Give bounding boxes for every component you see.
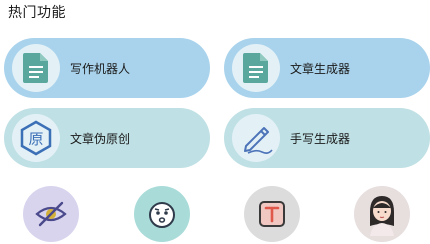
section-title: 热门功能 <box>8 5 66 21</box>
eye-slash-icon[interactable] <box>23 186 79 242</box>
svg-text:原: 原 <box>28 130 43 148</box>
article-rewrite-card[interactable]: 原 文章伪原创 <box>4 108 210 168</box>
text-t-icon[interactable] <box>244 186 300 242</box>
original-seal-icon: 原 <box>12 114 60 162</box>
handwriting-generator-card[interactable]: 手写生成器 <box>224 108 430 168</box>
writing-robot-card[interactable]: 写作机器人 <box>4 38 210 98</box>
girl-avatar-icon[interactable] <box>354 186 410 242</box>
document-icon <box>12 44 60 92</box>
card-label: 文章生成器 <box>290 61 351 76</box>
card-label: 手写生成器 <box>290 131 351 146</box>
emoji-face-icon[interactable] <box>134 186 190 242</box>
article-generator-card[interactable]: 文章生成器 <box>224 38 430 98</box>
card-label: 文章伪原创 <box>70 131 131 146</box>
document-icon <box>232 44 280 92</box>
card-label: 写作机器人 <box>70 61 131 76</box>
pen-writing-icon <box>232 114 280 162</box>
